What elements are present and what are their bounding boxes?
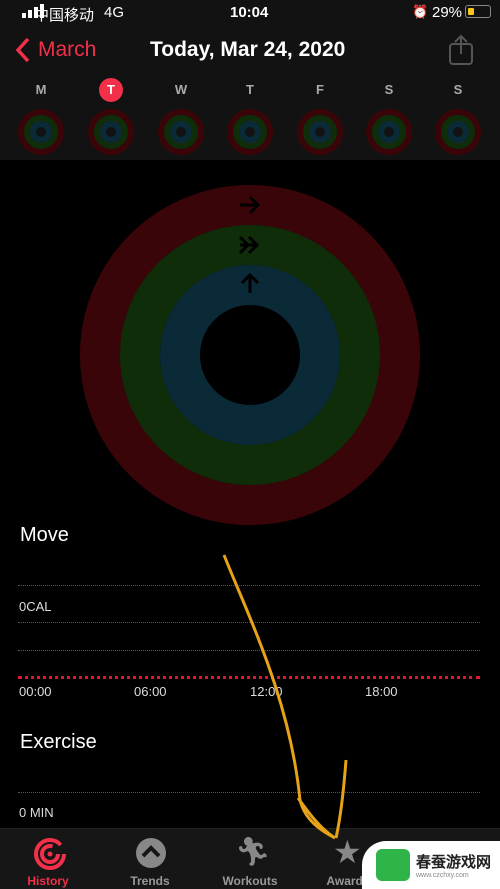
activity-rings (80, 185, 420, 525)
tab-workouts[interactable]: 🏃︎ Workouts (205, 829, 295, 889)
awards-icon: ★ (333, 834, 362, 870)
watermark-url: www.czchxy.com (416, 872, 469, 879)
day-4[interactable]: F (305, 82, 335, 97)
gridline (18, 622, 480, 623)
day-ring-4[interactable] (295, 107, 345, 157)
gridline (18, 585, 480, 586)
day-ring-2[interactable] (156, 107, 206, 157)
page-title: Today, Mar 24, 2020 (150, 38, 346, 61)
share-icon (449, 34, 473, 65)
watermark-text: 春蚕游戏网 (416, 854, 492, 871)
watermark-logo (376, 849, 410, 881)
day-2[interactable]: W (166, 82, 196, 97)
exercise-value: 0 MIN (19, 805, 54, 820)
day-ring-5[interactable] (364, 107, 414, 157)
clock: 10:04 (230, 4, 269, 21)
watermark: 春蚕游戏网 www.czchxy.com (362, 841, 500, 889)
day-5[interactable]: S (374, 82, 404, 97)
day-6[interactable]: S (443, 82, 473, 97)
tab-label: History (27, 874, 69, 888)
carrier: 中国移动 (34, 7, 95, 24)
gridline (18, 650, 480, 651)
time-label: 12:00 (250, 684, 283, 699)
battery-percent: 29% (432, 4, 463, 21)
battery-icon (465, 5, 491, 18)
day-ring-6[interactable] (433, 107, 483, 157)
trends-icon (136, 838, 166, 868)
day-ring-3[interactable] (225, 107, 275, 157)
day-1[interactable]: T (99, 78, 123, 102)
stand-ring (160, 265, 340, 445)
share-button[interactable] (448, 34, 474, 71)
history-icon (34, 838, 66, 870)
move-title: Move (20, 524, 69, 546)
day-ring-0[interactable] (16, 107, 66, 157)
time-label: 06:00 (134, 684, 167, 699)
time-label: 18:00 (365, 684, 398, 699)
chevron-left-icon (15, 37, 30, 63)
gridline (18, 792, 480, 793)
back-label: March (38, 38, 97, 61)
day-ring-1[interactable] (86, 107, 136, 157)
back-button[interactable]: March (14, 36, 96, 64)
tab-history[interactable]: History (3, 829, 93, 889)
alarm-icon: ⏰ (412, 4, 429, 19)
tab-label: Trends (130, 874, 170, 888)
time-label: 00:00 (19, 684, 52, 699)
day-3[interactable]: T (235, 82, 265, 97)
move-value: 0CAL (19, 599, 52, 614)
move-baseline (18, 676, 480, 679)
day-0[interactable]: M (26, 82, 56, 97)
network: 4G (104, 4, 125, 21)
tab-trends[interactable]: Trends (105, 829, 195, 889)
workouts-icon: 🏃︎ (235, 836, 271, 867)
tab-label: Workouts (222, 874, 278, 888)
exercise-title: Exercise (20, 731, 97, 753)
